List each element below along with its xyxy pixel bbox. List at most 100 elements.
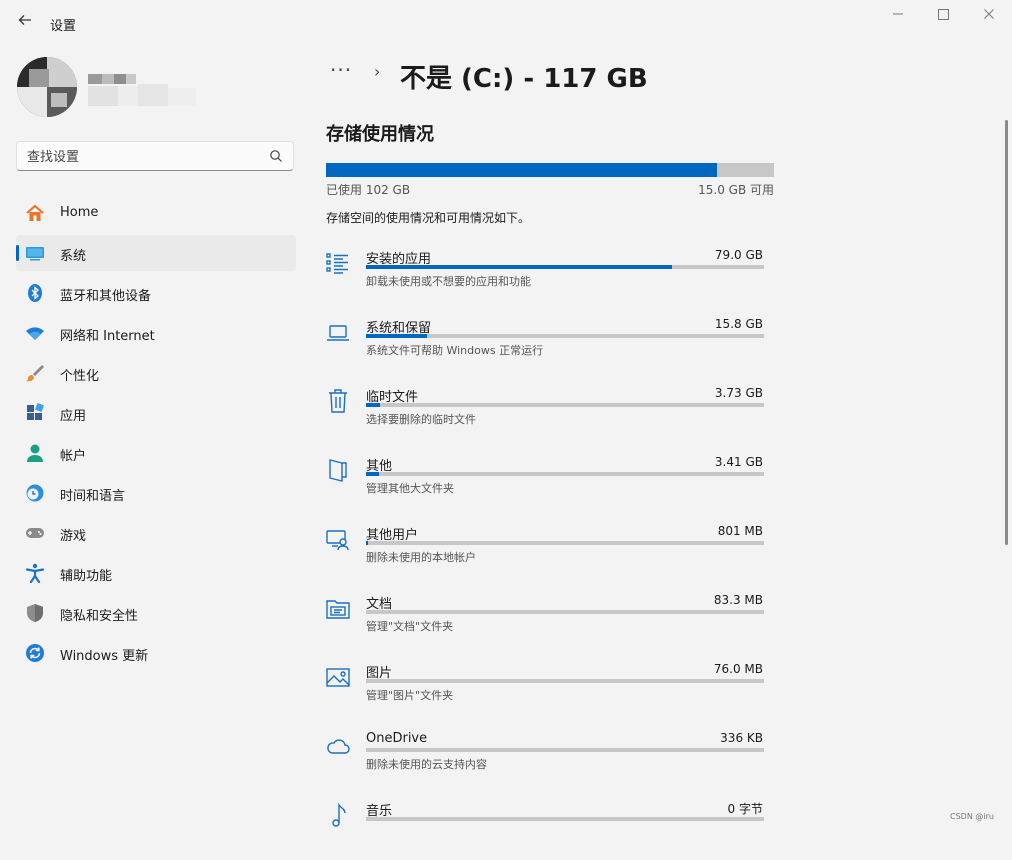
category-usage-fill (366, 541, 368, 545)
total-usage-fill (326, 163, 717, 177)
category-usage-bar (366, 334, 764, 338)
page-title: 不是 (C:) - 117 GB (400, 64, 648, 94)
sidebar-item-label: 个性化 (60, 369, 100, 384)
sidebar-item-gaming[interactable]: 游戏 (16, 515, 296, 551)
update-icon (26, 644, 44, 662)
search-input[interactable] (27, 148, 257, 166)
category-description: 管理其他大文件夹 (366, 482, 454, 495)
storage-description: 存储空间的使用情况和可用情况如下。 (326, 211, 531, 225)
category-size: 79.0 GB (714, 248, 763, 262)
category-installed-apps[interactable]: 安装的应用 79.0 GB 卸载未使用或不想要的应用和功能 (326, 248, 766, 308)
category-onedrive[interactable]: OneDrive 336 KB 删除未使用的云支持内容 (326, 731, 766, 791)
sidebar-item-bluetooth[interactable]: 蓝牙和其他设备 (16, 275, 296, 311)
category-description: 卸载未使用或不想要的应用和功能 (366, 275, 531, 288)
sidebar-item-apps[interactable]: 应用 (16, 395, 296, 431)
free-space-label: 15.0 GB 可用 (698, 183, 774, 197)
category-usage-fill (366, 472, 380, 476)
sidebar-item-network[interactable]: 网络和 Internet (16, 315, 296, 351)
sidebar-item-accessibility[interactable]: 辅助功能 (16, 555, 296, 591)
category-size: 15.8 GB (714, 317, 763, 331)
category-size: 83.3 MB (713, 593, 763, 607)
category-description: 管理"文档"文件夹 (366, 620, 454, 633)
category-size: 3.73 GB (714, 386, 763, 400)
sidebar-item-label: 游戏 (60, 529, 87, 544)
category-description: 系统文件可帮助 Windows 正常运行 (366, 344, 544, 357)
category-usage-fill (366, 265, 673, 269)
category-usage-bar (366, 403, 764, 407)
category-music[interactable]: 音乐 0 字节 (326, 800, 766, 860)
title-bar: 设置 (0, 0, 1012, 48)
category-description: 删除未使用的云支持内容 (366, 758, 487, 771)
category-name: OneDrive (366, 731, 428, 746)
category-usage-bar (366, 679, 764, 683)
close-button[interactable] (977, 6, 1001, 26)
category-size: 76.0 MB (713, 662, 763, 676)
shield-icon (27, 604, 43, 622)
sidebar-item-label: Home (60, 205, 99, 220)
sidebar-item-label: 辅助功能 (60, 569, 113, 584)
sidebar-item-label: 系统 (60, 249, 87, 264)
laptop-icon (327, 325, 349, 341)
globe-clock-icon (26, 484, 44, 502)
category-temp-files[interactable]: 临时文件 3.73 GB 选择要删除的临时文件 (326, 386, 766, 446)
category-usage-bar (366, 472, 764, 476)
more-breadcrumb-button[interactable]: ··· (330, 58, 352, 82)
home-icon (26, 204, 44, 221)
sidebar-item-label: 帐户 (60, 449, 87, 464)
category-usage-bar (366, 610, 764, 614)
sidebar-item-home[interactable]: Home (16, 195, 296, 231)
watermark: CSDN @iru (950, 812, 994, 821)
category-description: 管理"图片"文件夹 (366, 689, 454, 702)
category-documents[interactable]: 文档 83.3 MB 管理"文档"文件夹 (326, 593, 766, 653)
sidebar-item-label: Windows 更新 (60, 649, 149, 664)
sidebar-item-windows-update[interactable]: Windows 更新 (16, 635, 296, 671)
category-pictures[interactable]: 图片 76.0 MB 管理"图片"文件夹 (326, 662, 766, 722)
sidebar-item-system[interactable]: 系统 (16, 235, 296, 271)
category-size: 801 MB (717, 524, 763, 538)
system-icon (26, 247, 44, 261)
category-size: 336 KB (720, 731, 763, 745)
category-description: 删除未使用的本地帐户 (366, 551, 476, 564)
category-usage-fill (366, 334, 428, 338)
accessibility-icon (25, 563, 45, 583)
category-system-reserved[interactable]: 系统和保留 15.8 GB 系统文件可帮助 Windows 正常运行 (326, 317, 766, 377)
sidebar-item-privacy[interactable]: 隐私和安全性 (16, 595, 296, 631)
category-other[interactable]: 其他 3.41 GB 管理其他大文件夹 (326, 455, 766, 515)
pictures-icon (326, 668, 350, 687)
sidebar-item-personalization[interactable]: 个性化 (16, 355, 296, 391)
other-users-icon (326, 530, 349, 551)
sidebar-item-accounts[interactable]: 帐户 (16, 435, 296, 471)
total-usage-bar (326, 163, 774, 177)
category-usage-bar (366, 748, 764, 752)
account-icon (27, 444, 43, 462)
sidebar-item-time-language[interactable]: 时间和语言 (16, 475, 296, 511)
minimize-button[interactable] (886, 6, 910, 26)
apps-icon (27, 403, 44, 420)
sidebar-item-label: 隐私和安全性 (60, 609, 139, 624)
trash-icon (329, 389, 347, 413)
sidebar-item-label: 应用 (60, 409, 87, 424)
cloud-icon (327, 739, 350, 754)
category-other-users[interactable]: 其他用户 801 MB 删除未使用的本地帐户 (326, 524, 766, 584)
sidebar-item-label: 时间和语言 (60, 489, 126, 504)
music-icon (332, 802, 346, 827)
back-arrow-icon[interactable] (14, 12, 36, 34)
category-usage-bar (366, 817, 764, 821)
avatar[interactable] (17, 57, 77, 117)
gamepad-icon (26, 528, 44, 538)
scrollbar[interactable] (1005, 120, 1008, 545)
sidebar-item-label: 蓝牙和其他设备 (60, 289, 152, 304)
category-size: 0 字节 (727, 802, 763, 816)
wifi-icon (26, 327, 44, 340)
category-size: 3.41 GB (714, 455, 763, 469)
brush-icon (26, 365, 44, 382)
chevron-right-icon: › (374, 62, 381, 81)
category-description: 选择要删除的临时文件 (366, 413, 476, 426)
search-box[interactable] (16, 141, 294, 171)
maximize-button[interactable] (931, 6, 955, 26)
sidebar-item-label: 网络和 Internet (60, 329, 155, 344)
apps-list-icon (326, 253, 348, 274)
sidebar-nav: Home 系统 蓝牙和其他设备 网络和 Internet 个性化 应用 帐户 时… (16, 195, 296, 675)
category-usage-bar (366, 541, 764, 545)
search-icon[interactable] (269, 149, 283, 163)
